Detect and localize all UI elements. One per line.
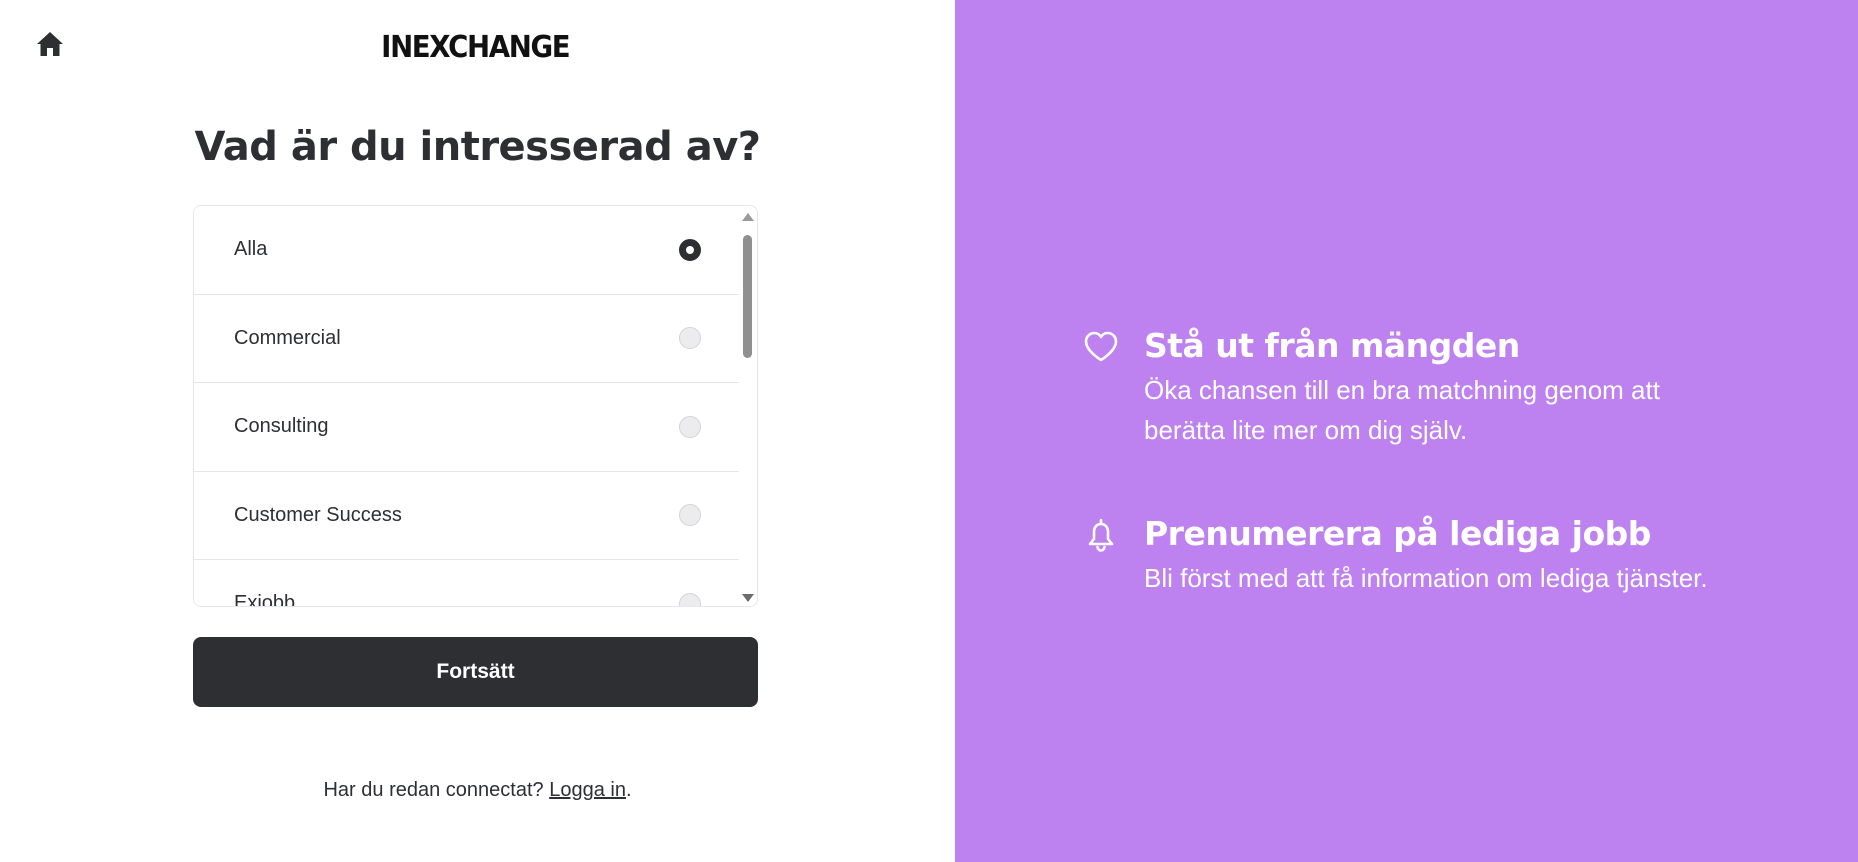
radio-unselected[interactable] bbox=[679, 592, 701, 606]
login-prompt-text: Har du redan connectat? bbox=[323, 779, 544, 801]
option-consulting[interactable]: Consulting bbox=[194, 383, 739, 472]
login-suffix: . bbox=[625, 779, 632, 801]
scroll-down-arrow-icon[interactable] bbox=[742, 594, 754, 602]
option-label: Commercial bbox=[234, 326, 341, 349]
scroll-up-arrow-icon[interactable] bbox=[742, 213, 754, 221]
scrollbar-thumb[interactable] bbox=[743, 235, 752, 358]
home-button[interactable] bbox=[34, 28, 66, 60]
page-title: Vad är du intresserad av? bbox=[194, 124, 761, 170]
feature-subscribe: Prenumerera på lediga jobb Bli först med… bbox=[1082, 510, 1802, 598]
radio-selected[interactable] bbox=[679, 238, 701, 261]
login-prompt-line: Har du redan connectat? Logga in. bbox=[0, 779, 955, 802]
option-customer-success[interactable]: Customer Success bbox=[194, 472, 739, 560]
home-icon bbox=[37, 32, 63, 56]
feature-description: Bli först med att få information om ledi… bbox=[1144, 563, 1708, 593]
option-label: Alla bbox=[234, 238, 268, 261]
option-commercial[interactable]: Commercial bbox=[194, 295, 739, 383]
scrollbar[interactable] bbox=[739, 210, 755, 604]
logo-text: INEXCHANGE bbox=[380, 29, 570, 65]
option-exjobb[interactable]: Exjobb bbox=[194, 560, 739, 607]
feature-stand-out: Stå ut från mängden Öka chansen till en … bbox=[1082, 322, 1802, 450]
option-label: Consulting bbox=[234, 415, 329, 438]
left-panel: INEXCHANGE Vad är du intresserad av? All… bbox=[0, 0, 955, 862]
feature-text: Prenumerera på lediga jobb Bli först med… bbox=[1144, 510, 1744, 598]
feature-title: Prenumerera på lediga jobb bbox=[1144, 514, 1651, 553]
option-label: Customer Success bbox=[234, 503, 402, 526]
continue-button[interactable]: Fortsätt bbox=[193, 637, 758, 707]
radio-unselected[interactable] bbox=[679, 415, 701, 438]
radio-unselected[interactable] bbox=[679, 327, 701, 350]
options-list: Alla Commercial Consulting Customer Succ… bbox=[194, 206, 739, 607]
feature-description: Öka chansen till en bra matchning genom … bbox=[1144, 375, 1660, 445]
logo[interactable]: INEXCHANGE bbox=[380, 29, 570, 65]
login-link[interactable]: Logga in bbox=[549, 779, 626, 801]
option-alla[interactable]: Alla bbox=[194, 206, 739, 295]
radio-unselected[interactable] bbox=[679, 504, 701, 527]
option-label: Exjobb bbox=[234, 592, 296, 607]
options-listbox[interactable]: Alla Commercial Consulting Customer Succ… bbox=[193, 205, 758, 607]
feature-text: Stå ut från mängden Öka chansen till en … bbox=[1144, 322, 1744, 450]
feature-title: Stå ut från mängden bbox=[1144, 326, 1520, 365]
heart-icon bbox=[1084, 331, 1118, 362]
bell-icon bbox=[1088, 518, 1114, 552]
